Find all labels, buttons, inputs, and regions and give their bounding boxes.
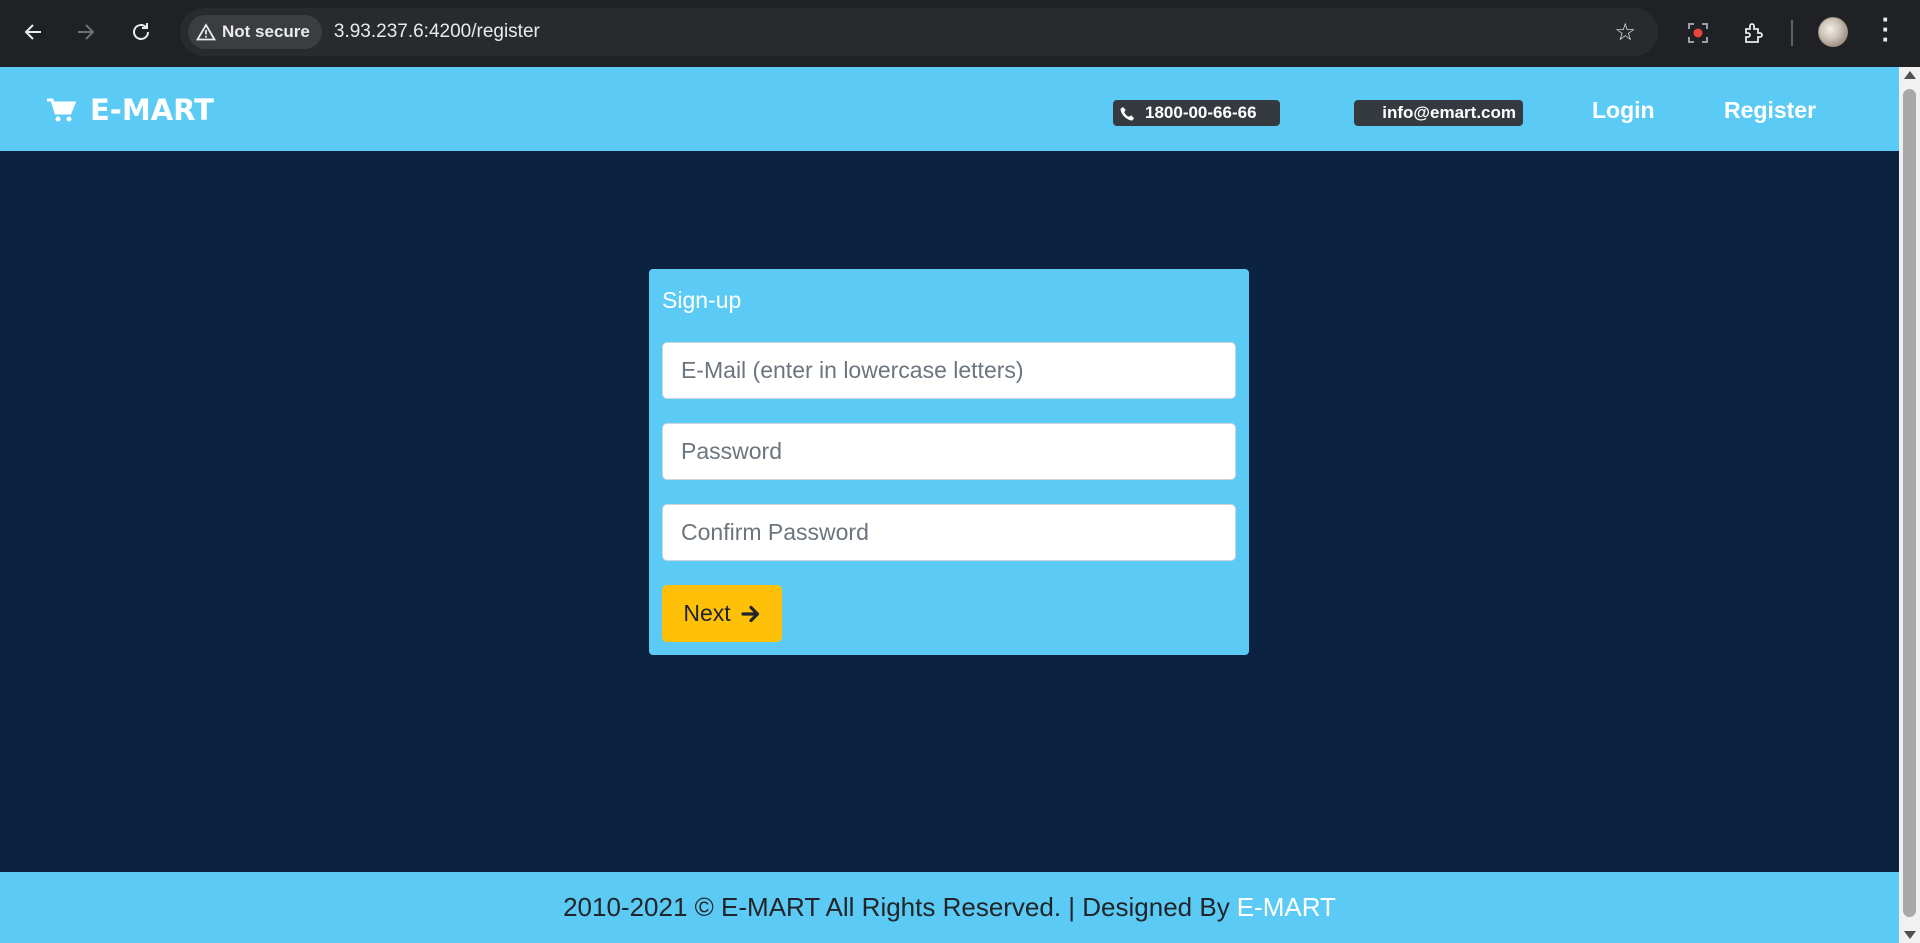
email-address: info@emart.com [1382,103,1516,122]
email-field[interactable] [662,342,1236,399]
security-chip[interactable]: Not secure [188,15,322,49]
nav-login-link[interactable]: Login [1592,97,1655,124]
bookmark-star-icon[interactable]: ☆ [1614,18,1636,46]
warning-triangle-icon [196,23,216,41]
password-field[interactable] [662,423,1236,480]
forward-arrow-icon[interactable] [69,15,103,49]
screen-record-icon[interactable] [1681,16,1715,50]
shopping-cart-icon [47,98,76,122]
phone-number: 1800-00-66-66 [1145,103,1257,122]
footer-brand-link[interactable]: E-MART [1237,892,1336,923]
reload-icon[interactable] [124,15,158,49]
scroll-thumb[interactable] [1903,89,1916,917]
next-button-label: Next [683,600,731,626]
back-arrow-icon[interactable] [16,15,50,49]
site-footer: 2010-2021 © E-MART All Rights Reserved. … [0,872,1899,943]
extensions-puzzle-icon[interactable] [1737,16,1771,50]
next-button[interactable]: Next [662,585,782,642]
confirm-password-field[interactable] [662,504,1236,561]
signup-card: Sign-up Next [649,269,1249,655]
scroll-down-arrow-icon[interactable] [1904,931,1916,939]
phone-badge: 1800-00-66-66 [1113,100,1280,126]
security-label: Not secure [222,22,310,41]
browser-toolbar: Not secure 3.93.237.6:4200/register ☆ · ·… [0,0,1920,67]
address-bar[interactable]: Not secure 3.93.237.6:4200/register ☆ [180,8,1658,56]
phone-icon [1120,106,1135,121]
brand[interactable]: E-MART [46,93,214,127]
url-text[interactable]: 3.93.237.6:4200/register [334,21,540,43]
toolbar-divider [1791,20,1793,46]
site-header: E-MART 1800-00-66-66 info@emart.com Logi… [0,67,1899,151]
nav-register-link[interactable]: Register [1724,97,1816,124]
page-scrollbar[interactable] [1899,67,1920,943]
kebab-menu-icon[interactable]: · · · [1876,6,1896,52]
brand-name: E-MART [90,93,214,127]
arrow-right-icon [741,605,759,622]
profile-avatar[interactable] [1818,17,1848,47]
signup-title: Sign-up [662,287,742,313]
scroll-up-arrow-icon[interactable] [1904,71,1916,79]
email-badge: info@emart.com [1354,100,1523,126]
page-viewport: E-MART 1800-00-66-66 info@emart.com Logi… [0,67,1899,943]
footer-text: 2010-2021 © E-MART All Rights Reserved. … [563,892,1230,922]
